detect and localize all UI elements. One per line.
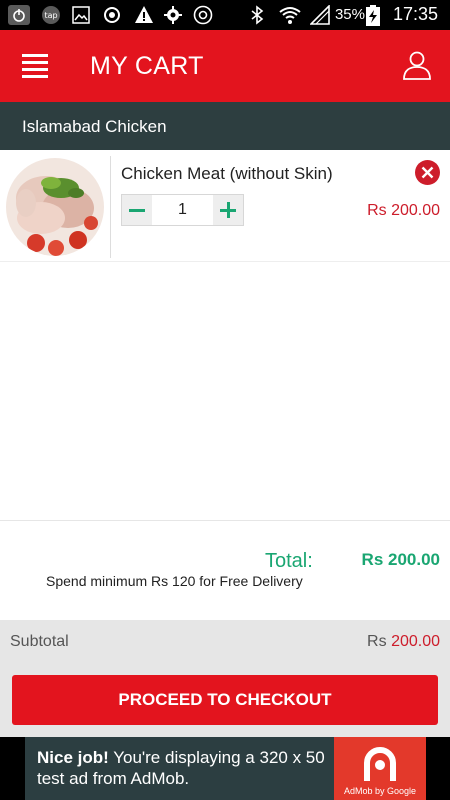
minus-icon	[129, 209, 145, 212]
ad-banner[interactable]: Nice job! You're displaying a 320 x 50 t…	[0, 737, 450, 800]
subtotal-currency: Rs	[367, 633, 387, 650]
tap-icon: tap	[42, 6, 60, 24]
quantity-field[interactable]	[152, 195, 213, 225]
close-icon	[421, 166, 434, 179]
ad-content[interactable]: Nice job! You're displaying a 320 x 50 t…	[25, 737, 426, 800]
settings-icon	[164, 6, 182, 24]
subtotal-label: Subtotal	[10, 633, 69, 650]
sync-icon	[104, 7, 120, 23]
status-bar: tap 35% 17:35	[0, 0, 450, 30]
product-image	[6, 158, 104, 256]
chrome-icon	[193, 5, 213, 25]
decrease-quantity-button[interactable]	[122, 195, 152, 225]
subtotal-amount: 200.00	[391, 633, 440, 650]
hamburger-menu-icon[interactable]	[22, 54, 48, 78]
admob-icon	[364, 747, 396, 781]
page-title: MY CART	[90, 52, 204, 80]
app-header: MY CART	[0, 30, 450, 102]
product-name: Chicken Meat (without Skin)	[121, 164, 333, 183]
store-name: Islamabad Chicken	[22, 117, 167, 136]
power-icon	[8, 5, 30, 25]
store-bar: Islamabad Chicken	[0, 102, 450, 150]
subtotal-panel: Subtotal Rs 200.00 PROCEED TO CHECKOUT	[0, 620, 450, 737]
ad-bold-text: Nice job!	[37, 748, 109, 767]
item-price: Rs 200.00	[367, 202, 440, 219]
user-profile-icon[interactable]	[402, 50, 432, 80]
cart-item: Chicken Meat (without Skin) Rs 200.00	[0, 150, 450, 262]
subtotal-value: Rs 200.00	[367, 633, 440, 651]
proceed-to-checkout-button[interactable]: PROCEED TO CHECKOUT	[12, 675, 438, 725]
signal-icon	[310, 5, 330, 25]
admob-caption: AdMob by Google	[343, 786, 417, 796]
remove-item-button[interactable]	[415, 160, 440, 185]
wifi-icon	[279, 7, 301, 24]
item-divider	[110, 156, 111, 258]
total-divider	[0, 520, 450, 521]
battery-charging-icon	[366, 5, 380, 26]
quantity-stepper	[121, 194, 244, 226]
free-delivery-note: Spend minimum Rs 120 for Free Delivery	[46, 573, 303, 589]
admob-logo[interactable]: AdMob by Google	[334, 737, 426, 800]
battery-percent: 35%	[334, 6, 365, 23]
total-value: Rs 200.00	[361, 550, 440, 569]
warning-icon	[135, 6, 153, 23]
image-icon	[72, 6, 90, 24]
total-label: Total:	[265, 550, 313, 572]
status-time: 17:35	[392, 4, 438, 24]
svg-text:tap: tap	[44, 11, 57, 20]
bluetooth-icon	[251, 5, 264, 25]
ad-text: Nice job! You're displaying a 320 x 50 t…	[37, 747, 337, 789]
increase-quantity-button[interactable]	[213, 195, 243, 225]
